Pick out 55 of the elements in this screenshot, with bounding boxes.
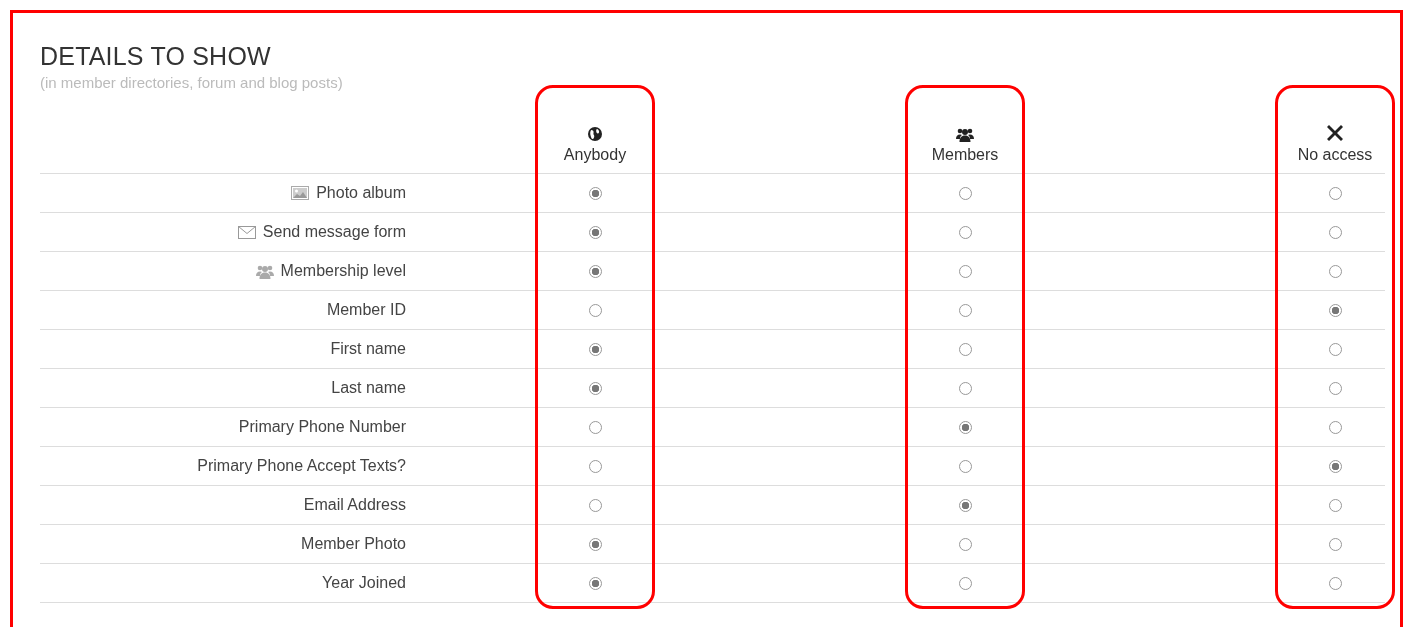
radio-button[interactable]	[1328, 186, 1342, 200]
field-label: Last name	[331, 379, 406, 397]
radio-button[interactable]	[958, 576, 972, 590]
column-header: Members	[931, 145, 999, 165]
radio-button[interactable]	[1328, 576, 1342, 590]
radio-button[interactable]	[1328, 303, 1342, 317]
radio-button[interactable]	[588, 264, 602, 278]
radio-button[interactable]	[958, 342, 972, 356]
close-icon	[1326, 124, 1344, 142]
envelope-icon	[237, 225, 256, 239]
field-label: Email Address	[303, 496, 406, 514]
radio-button[interactable]	[958, 459, 972, 473]
section-title: DETAILS TO SHOW	[40, 41, 272, 71]
radio-button[interactable]	[958, 498, 972, 512]
radio-button[interactable]	[958, 420, 972, 434]
field-label: Member Photo	[301, 535, 406, 553]
field-label: First name	[330, 340, 406, 358]
section-subtitle: (in member directories, forum and blog posts)	[40, 73, 344, 93]
radio-button[interactable]	[1328, 420, 1342, 434]
column-header: Anybody	[563, 145, 627, 165]
radio-button[interactable]	[958, 225, 972, 239]
radio-button[interactable]	[958, 381, 972, 395]
radio-button[interactable]	[958, 537, 972, 551]
radio-button[interactable]	[958, 303, 972, 317]
radio-button[interactable]	[588, 342, 602, 356]
image-icon	[291, 186, 310, 200]
radio-button[interactable]	[958, 186, 972, 200]
radio-button[interactable]	[1328, 342, 1342, 356]
radio-button[interactable]	[1328, 537, 1342, 551]
column-header: No access	[1297, 145, 1373, 165]
field-label: Membership level	[280, 262, 406, 280]
radio-button[interactable]	[588, 225, 602, 239]
radio-button[interactable]	[588, 537, 602, 551]
people-icon	[956, 127, 974, 142]
radio-button[interactable]	[588, 459, 602, 473]
field-label: Primary Phone Accept Texts?	[197, 457, 406, 475]
radio-button[interactable]	[588, 381, 602, 395]
field-label: Send message form	[262, 223, 406, 241]
radio-button[interactable]	[1328, 381, 1342, 395]
radio-button[interactable]	[1328, 264, 1342, 278]
radio-button[interactable]	[958, 264, 972, 278]
radio-button[interactable]	[588, 498, 602, 512]
radio-button[interactable]	[1328, 225, 1342, 239]
field-label: Photo album	[316, 184, 406, 202]
field-label: Member ID	[326, 301, 406, 319]
radio-button[interactable]	[588, 420, 602, 434]
field-label: Year Joined	[322, 574, 406, 592]
radio-button[interactable]	[588, 576, 602, 590]
radio-button[interactable]	[1328, 498, 1342, 512]
people-icon	[255, 263, 274, 279]
globe-icon	[587, 126, 603, 142]
radio-button[interactable]	[1328, 459, 1342, 473]
radio-button[interactable]	[588, 303, 602, 317]
field-label: Primary Phone Number	[238, 418, 406, 436]
radio-button[interactable]	[588, 186, 602, 200]
